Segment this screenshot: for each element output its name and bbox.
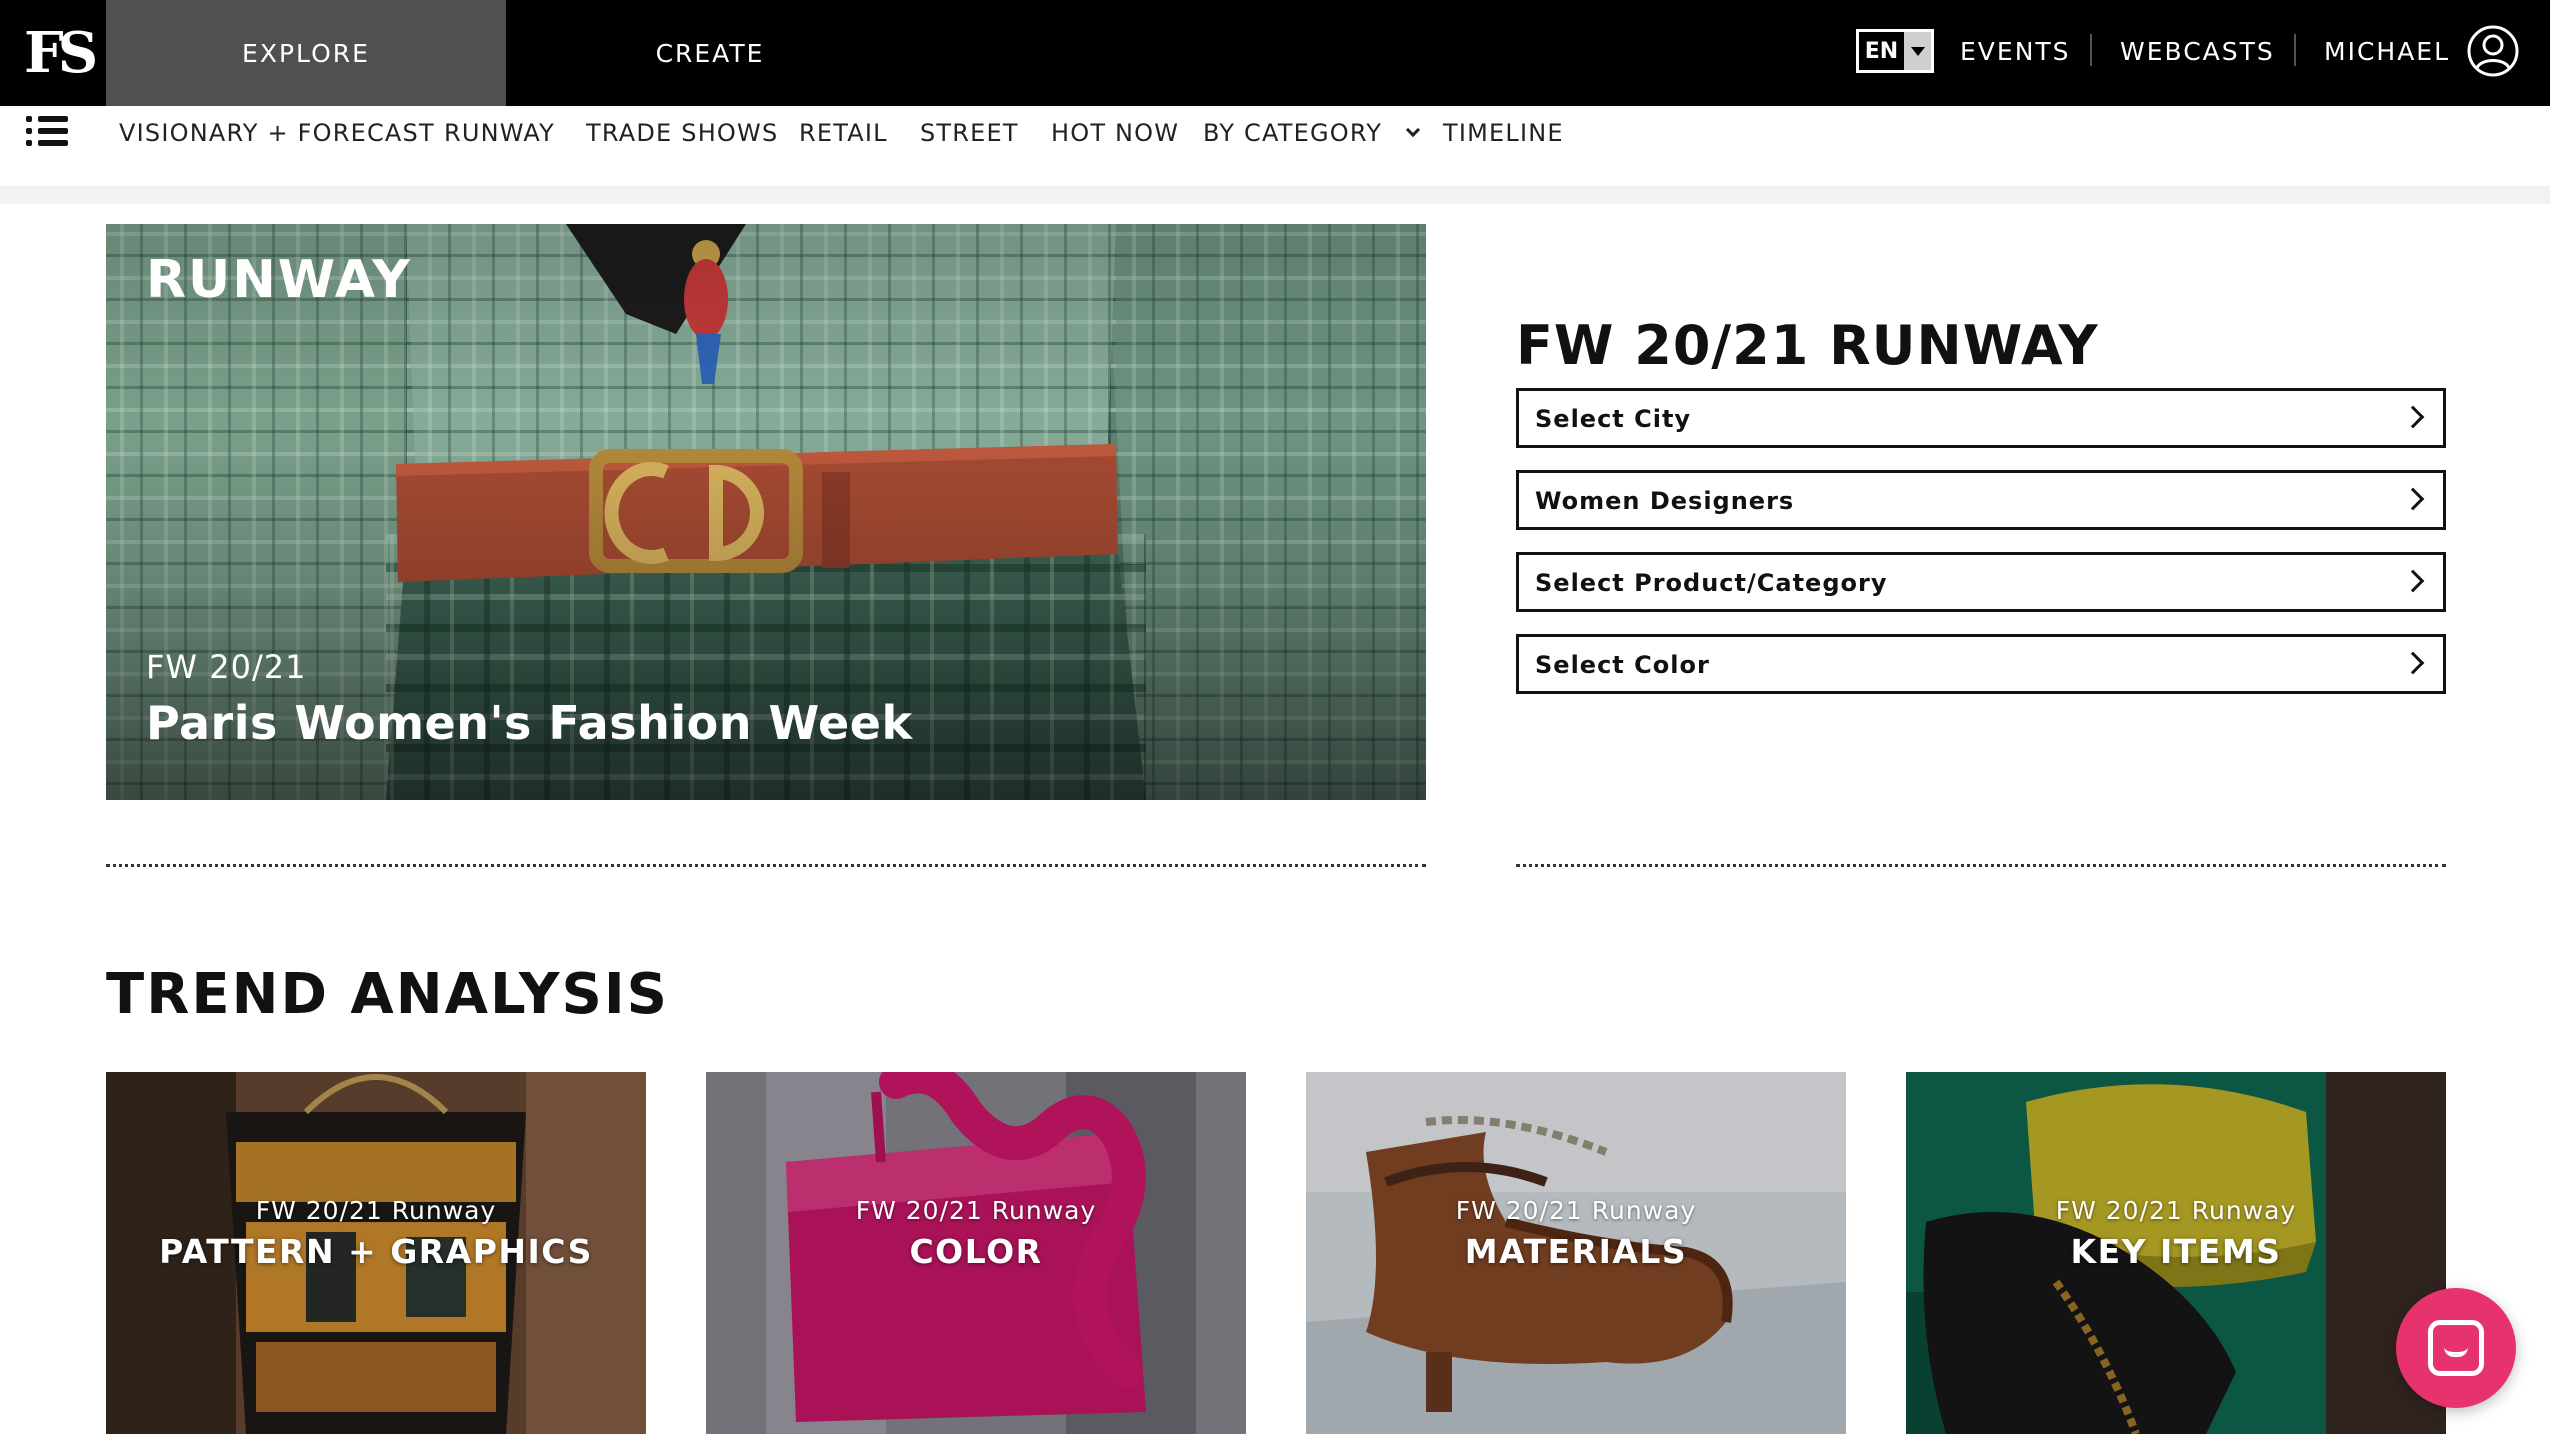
nav-hot-now[interactable]: HOT NOW xyxy=(1051,112,1179,154)
trend-card-subtitle: FW 20/21 Runway xyxy=(2055,1196,2297,1225)
chevron-down-icon xyxy=(1406,122,1421,138)
select-color-label: Select Color xyxy=(1535,651,1710,679)
trend-card-title: COLOR xyxy=(909,1232,1043,1271)
hero-runway-card[interactable]: RUNWAY FW 20/21 Paris Women's Fashion We… xyxy=(106,224,1426,800)
language-select[interactable]: EN xyxy=(1856,29,1934,73)
nav-visionary-forecast[interactable]: VISIONARY + FORECAST xyxy=(119,112,435,154)
events-link[interactable]: EVENTS xyxy=(1960,30,2071,72)
select-color-dropdown[interactable]: Select Color xyxy=(1516,634,2446,694)
divider xyxy=(2294,34,2296,66)
nav-timeline[interactable]: TIMELINE xyxy=(1443,112,1564,154)
dotted-divider xyxy=(1516,864,2446,867)
user-circle-icon[interactable] xyxy=(2466,24,2520,78)
chevron-right-icon xyxy=(2401,487,2425,511)
trend-card-materials[interactable]: FW 20/21 Runway MATERIALS xyxy=(1306,1072,1846,1434)
chevron-right-icon xyxy=(2401,651,2425,675)
dotted-divider xyxy=(106,864,1426,867)
chat-launcher-button[interactable] xyxy=(2396,1288,2516,1408)
tab-create-label: CREATE xyxy=(655,38,765,68)
trend-analysis-heading: TREND ANALYSIS xyxy=(106,962,669,1027)
trend-card-subtitle: FW 20/21 Runway xyxy=(255,1196,497,1225)
select-city-label: Select City xyxy=(1535,405,1692,433)
trend-card-pattern-graphics[interactable]: FW 20/21 Runway PATTERN + GRAPHICS xyxy=(106,1072,646,1434)
hero-section-label: RUNWAY xyxy=(146,250,412,310)
logo-text: FS xyxy=(24,20,98,86)
webcasts-link[interactable]: WEBCASTS xyxy=(2120,30,2275,72)
women-designers-dropdown[interactable]: Women Designers xyxy=(1516,470,2446,530)
list-menu-icon[interactable] xyxy=(26,114,68,148)
nav-by-category[interactable]: BY CATEGORY xyxy=(1203,112,1421,154)
trend-card-subtitle: FW 20/21 Runway xyxy=(1455,1196,1697,1225)
select-city-dropdown[interactable]: Select City xyxy=(1516,388,2446,448)
hero-season: FW 20/21 xyxy=(146,648,307,686)
divider xyxy=(2090,34,2092,66)
trend-card-key-items[interactable]: FW 20/21 Runway KEY ITEMS xyxy=(1906,1072,2446,1434)
nav-street[interactable]: STREET xyxy=(920,112,1019,154)
trend-card-color[interactable]: FW 20/21 Runway COLOR xyxy=(706,1072,1246,1434)
dropdown-arrow-icon xyxy=(1904,32,1931,70)
chevron-right-icon xyxy=(2401,405,2425,429)
hero-title: Paris Women's Fashion Week xyxy=(146,696,913,750)
trend-card-title: PATTERN + GRAPHICS xyxy=(159,1232,593,1271)
nav-runway[interactable]: RUNWAY xyxy=(444,112,555,154)
language-code: EN xyxy=(1859,32,1904,70)
tab-explore[interactable]: EXPLORE xyxy=(106,0,506,120)
nav-by-category-label: BY CATEGORY xyxy=(1203,119,1383,147)
fs-logo[interactable]: FS xyxy=(24,25,102,81)
women-designers-label: Women Designers xyxy=(1535,487,1795,515)
chevron-right-icon xyxy=(2401,569,2425,593)
nav-trade-shows[interactable]: TRADE SHOWS xyxy=(586,112,778,154)
trend-card-subtitle: FW 20/21 Runway xyxy=(855,1196,1097,1225)
select-product-category-dropdown[interactable]: Select Product/Category xyxy=(1516,552,2446,612)
tab-create[interactable]: CREATE xyxy=(560,0,860,106)
tab-explore-label: EXPLORE xyxy=(242,38,370,68)
runway-panel-title: FW 20/21 RUNWAY xyxy=(1516,314,2099,377)
trend-card-title: MATERIALS xyxy=(1464,1232,1688,1271)
section-divider-strip xyxy=(0,186,2550,204)
select-product-category-label: Select Product/Category xyxy=(1535,569,1888,597)
nav-retail[interactable]: RETAIL xyxy=(799,112,888,154)
chat-bubble-icon xyxy=(2428,1320,2484,1376)
trend-card-title: KEY ITEMS xyxy=(2070,1232,2282,1271)
user-name-link[interactable]: MICHAEL xyxy=(2324,30,2450,72)
